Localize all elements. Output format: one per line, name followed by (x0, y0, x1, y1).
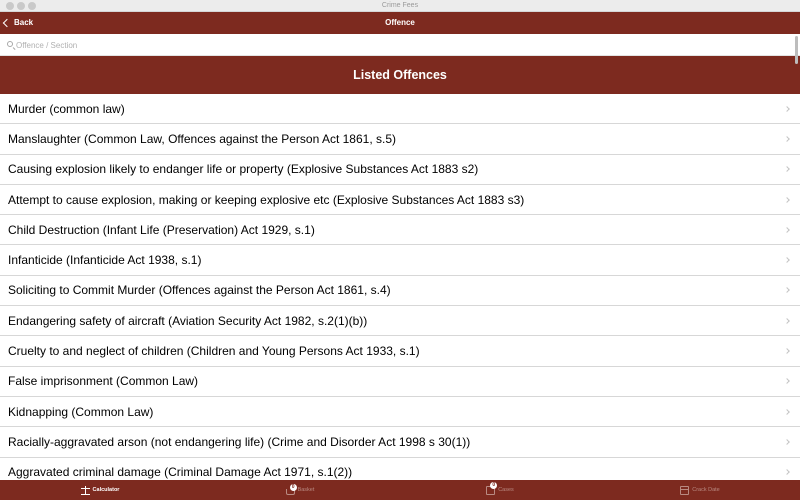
list-item-label: False imprisonment (Common Law) (8, 374, 199, 389)
list-item[interactable]: Infanticide (Infanticide Act 1938, s.1) (0, 245, 800, 276)
chevron-right-icon (784, 439, 790, 445)
chevron-right-icon (784, 136, 790, 142)
basket-count-badge: 0 (289, 483, 297, 491)
list-item[interactable]: Kidnapping (Common Law) (0, 397, 800, 428)
scrollbar[interactable] (795, 36, 798, 64)
list-item[interactable]: Soliciting to Commit Murder (Offences ag… (0, 276, 800, 307)
tab-cases[interactable]: 0 Cases (400, 480, 600, 500)
chevron-right-icon (784, 257, 790, 263)
list-item[interactable]: Aggravated criminal damage (Criminal Dam… (0, 458, 800, 480)
list-item-label: Aggravated criminal damage (Criminal Dam… (8, 465, 353, 480)
list-item-label: Child Destruction (Infant Life (Preserva… (8, 222, 315, 237)
list-item[interactable]: Child Destruction (Infant Life (Preserva… (0, 215, 800, 246)
search-bar (0, 34, 800, 56)
cases-count-badge: 0 (490, 481, 498, 489)
section-header: Listed Offences (0, 56, 800, 94)
list-item[interactable]: False imprisonment (Common Law) (0, 367, 800, 397)
search-icon (7, 41, 13, 47)
list-item-label: Cruelty to and neglect of children (Chil… (8, 344, 420, 359)
chevron-left-icon (2, 18, 12, 28)
chevron-right-icon (784, 166, 790, 173)
list-item-label: Soliciting to Commit Murder (Offences ag… (8, 283, 391, 298)
cases-icon: 0 (486, 481, 498, 495)
list-item-label: Racially-aggravated arson (not endangeri… (8, 434, 471, 449)
offence-list[interactable]: Murder (common law) Manslaughter (Common… (0, 94, 800, 480)
tab-calculator[interactable]: Calculator (0, 480, 200, 500)
list-item-label: Manslaughter (Common Law, Offences again… (8, 131, 396, 146)
search-input[interactable] (16, 37, 786, 53)
back-button[interactable]: Back (2, 12, 34, 34)
chevron-right-icon (784, 287, 790, 294)
list-item-label: Infanticide (Infanticide Act 1938, s.1) (8, 253, 202, 268)
chevron-right-icon (784, 196, 790, 203)
tab-label: Basket (297, 487, 315, 493)
tab-bar: Calculator 0 Basket 0 Cases Crack Date (0, 480, 800, 500)
tab-label: Crack Date (692, 487, 720, 493)
page-title: Offence (385, 18, 415, 27)
chevron-right-icon (784, 348, 790, 354)
list-item-label: Kidnapping (Common Law) (8, 404, 154, 419)
list-item[interactable]: Manslaughter (Common Law, Offences again… (0, 124, 800, 155)
list-item[interactable]: Causing explosion likely to endanger lif… (0, 155, 800, 185)
list-item-label: Causing explosion likely to endanger lif… (8, 162, 479, 177)
window-title: Crime Fees (381, 2, 419, 9)
list-item-label: Murder (common law) (8, 101, 125, 116)
window-titlebar: Crime Fees (0, 0, 800, 12)
list-item[interactable]: Cruelty to and neglect of children (Chil… (0, 336, 800, 367)
chevron-right-icon (784, 105, 790, 112)
basket-icon: 0 (285, 483, 297, 495)
back-button-label: Back (14, 18, 34, 27)
list-item[interactable]: Endangering safety of aircraft (Aviation… (0, 306, 800, 337)
chevron-right-icon (784, 378, 790, 385)
scales-icon (80, 485, 90, 495)
list-item-label: Attempt to cause explosion, making or ke… (8, 192, 525, 207)
tab-label: Calculator (92, 487, 120, 493)
tab-basket[interactable]: 0 Basket (200, 480, 400, 500)
list-item[interactable]: Attempt to cause explosion, making or ke… (0, 185, 800, 216)
list-item-label: Endangering safety of aircraft (Aviation… (8, 313, 368, 328)
chevron-right-icon (784, 226, 790, 233)
list-item[interactable]: Murder (common law) (0, 94, 800, 125)
chevron-right-icon (784, 317, 790, 324)
chevron-right-icon (784, 408, 790, 415)
tab-label: Cases (498, 487, 514, 493)
navigation-bar: Back Offence (0, 12, 800, 34)
tab-crack-date[interactable]: Crack Date (600, 480, 800, 500)
calendar-icon (680, 485, 690, 495)
list-item[interactable]: Racially-aggravated arson (not endangeri… (0, 427, 800, 458)
chevron-right-icon (784, 469, 790, 476)
